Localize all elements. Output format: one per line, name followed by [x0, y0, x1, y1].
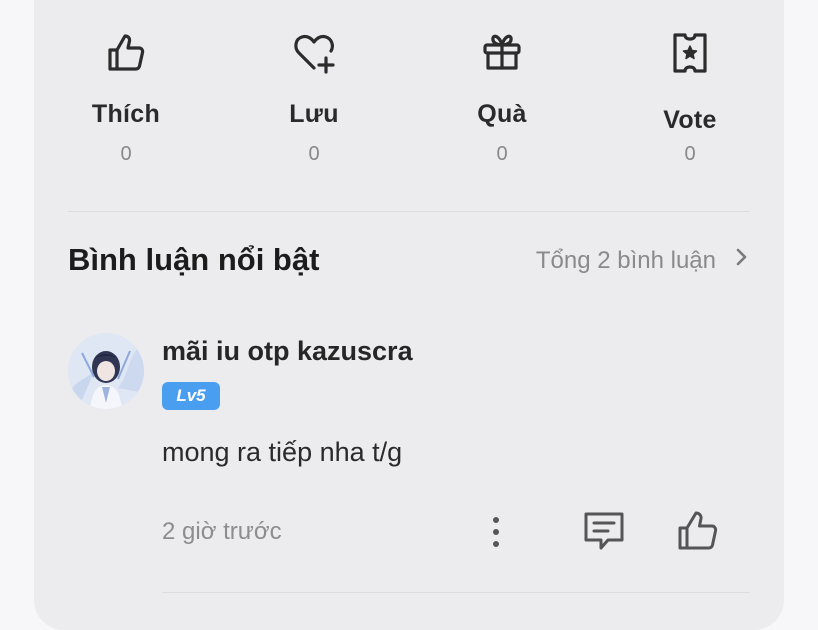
all-comments-link[interactable]: Tổng 2 bình luận [536, 246, 750, 275]
gift-icon [478, 28, 526, 76]
reply-icon[interactable] [580, 508, 628, 554]
gift-action[interactable]: Quà 0 [422, 28, 582, 166]
comments-section-title: Bình luận nổi bật [68, 242, 320, 277]
chevron-right-icon [732, 246, 750, 275]
avatar[interactable] [68, 333, 144, 409]
more-icon[interactable] [484, 512, 508, 552]
like-action[interactable]: Thích 0 [46, 28, 206, 166]
like-count: 0 [120, 143, 132, 165]
comment-divider [162, 592, 750, 593]
thumbs-up-icon [102, 28, 150, 76]
all-comments-label: Tổng 2 bình luận [535, 246, 716, 274]
save-label: Lưu [289, 100, 339, 128]
level-badge: Lv5 [162, 382, 220, 410]
gift-label: Quà [477, 100, 527, 128]
save-count: 0 [308, 143, 320, 165]
vote-ticket-icon [666, 28, 714, 76]
gift-count: 0 [496, 143, 508, 165]
save-action[interactable]: Lưu 0 [234, 28, 394, 166]
divider [68, 211, 750, 212]
like-icon[interactable] [674, 506, 722, 554]
heart-plus-icon [290, 28, 338, 76]
action-bar: Thích 0 Lưu 0 Quà 0 Vote 0 [34, 0, 784, 210]
comment-username[interactable]: mãi iu otp kazuscra [162, 336, 413, 367]
vote-label: Vote [663, 106, 717, 134]
like-label: Thích [91, 100, 161, 128]
vote-action[interactable]: Vote 0 [610, 28, 770, 166]
vote-count: 0 [684, 143, 696, 165]
comment-text: mong ra tiếp nha t/g [162, 437, 403, 467]
comment-timestamp: 2 giờ trước [162, 518, 282, 545]
